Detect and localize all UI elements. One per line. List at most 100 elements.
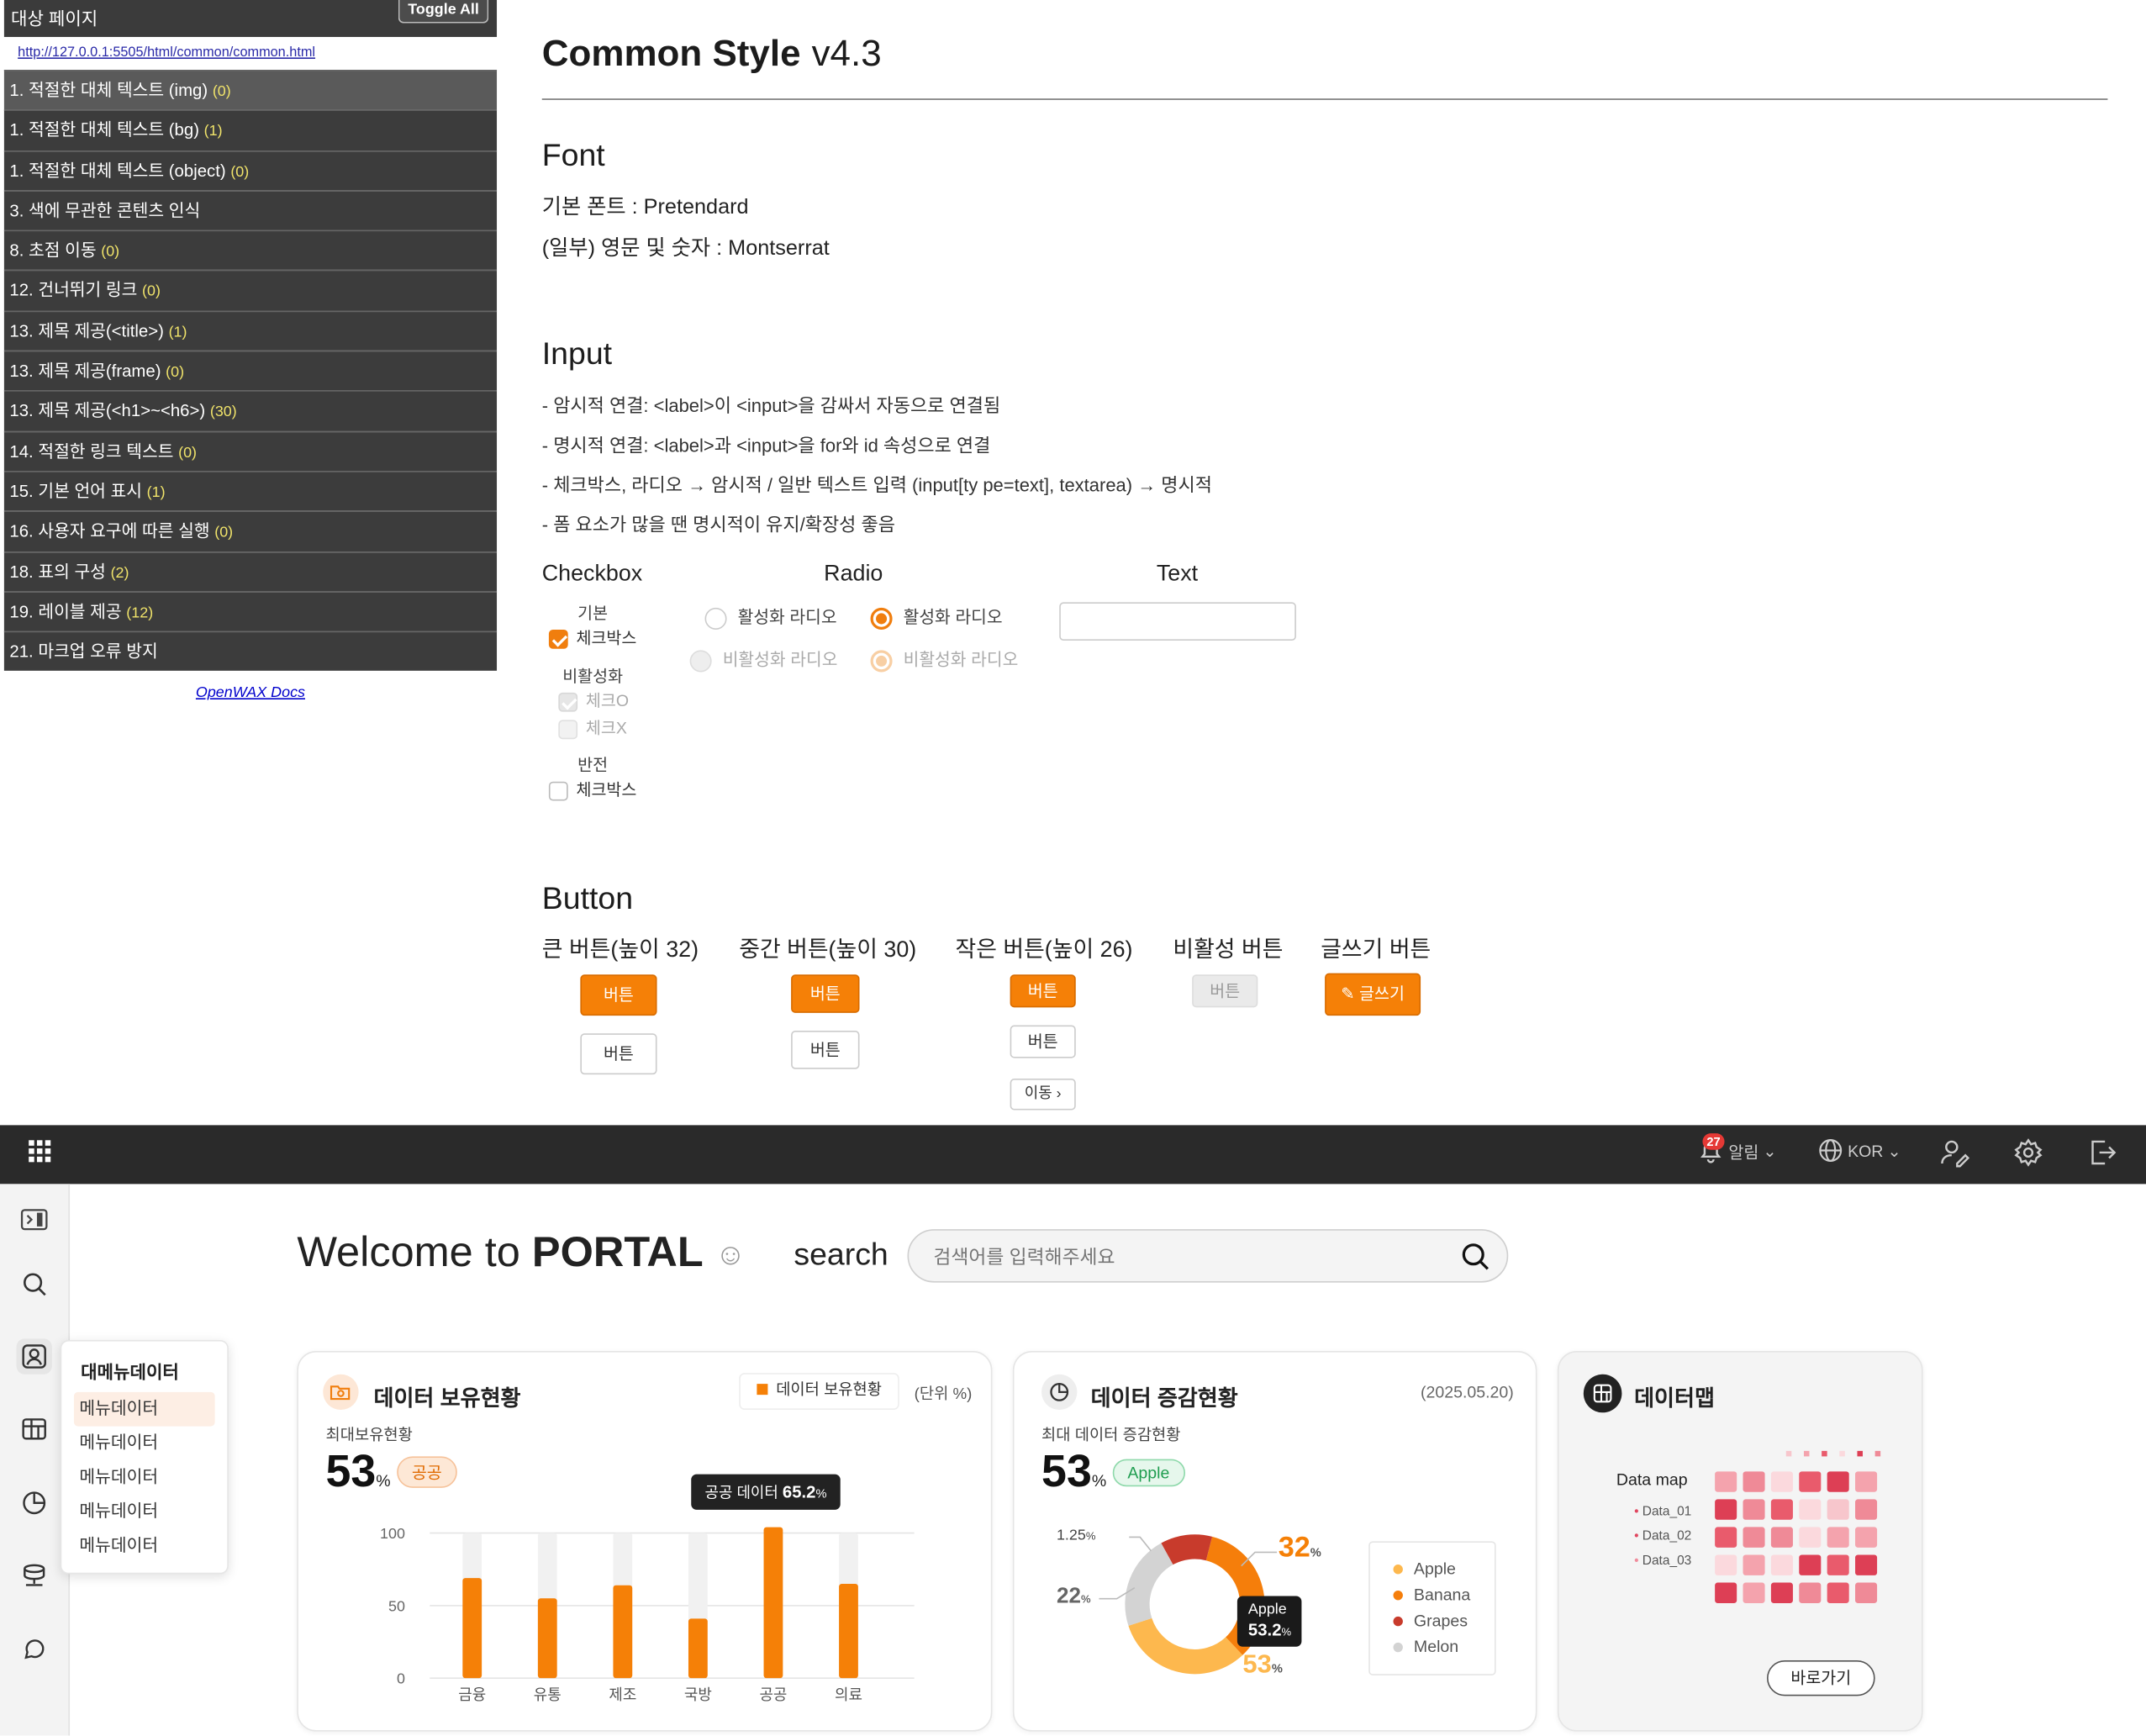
logout-icon[interactable] bbox=[2087, 1137, 2117, 1174]
apps-grid-icon[interactable] bbox=[28, 1139, 52, 1170]
alarm-button[interactable]: 27 알림 ⌄ bbox=[1697, 1133, 1777, 1165]
wax-item[interactable]: 1. 적절한 대체 텍스트 (bg) (1) bbox=[3, 109, 498, 150]
search-input[interactable] bbox=[933, 1243, 1454, 1270]
heatmap-cell[interactable] bbox=[1855, 1499, 1878, 1520]
write-button[interactable]: ✎ 글쓰기 bbox=[1325, 973, 1421, 1016]
bar[interactable] bbox=[537, 1598, 557, 1679]
donut-slice[interactable] bbox=[1161, 1534, 1213, 1565]
wax-item[interactable]: 13. 제목 제공(<h1>~<h6>) (30) bbox=[3, 390, 498, 431]
medium-outline-button[interactable]: 버튼 bbox=[791, 1031, 860, 1069]
database-icon[interactable] bbox=[17, 1558, 52, 1593]
bar[interactable] bbox=[613, 1585, 633, 1679]
heatmap-cell[interactable] bbox=[1715, 1554, 1737, 1575]
heatmap-cell[interactable] bbox=[1715, 1499, 1737, 1520]
heatmap-cell[interactable] bbox=[1855, 1527, 1878, 1548]
radio-active-1[interactable]: 활성화 라디오 bbox=[704, 602, 837, 630]
bar[interactable] bbox=[763, 1527, 783, 1679]
user-edit-icon[interactable] bbox=[1939, 1137, 1970, 1174]
sidebar-toggle-icon[interactable] bbox=[17, 1202, 52, 1237]
donut-slice[interactable] bbox=[1125, 1543, 1174, 1626]
profile-icon[interactable] bbox=[16, 1338, 52, 1375]
heatmap-cell[interactable] bbox=[1770, 1499, 1793, 1520]
text-input[interactable] bbox=[1059, 602, 1296, 641]
wax-item-label: 14. 적절한 링크 텍스트 bbox=[9, 441, 174, 462]
search-icon[interactable] bbox=[17, 1266, 52, 1301]
heatmap-cell[interactable] bbox=[1743, 1527, 1765, 1548]
heatmap-cell[interactable] bbox=[1799, 1527, 1822, 1548]
checkbox-invert[interactable]: 체크박스 bbox=[548, 778, 636, 801]
target-page-link[interactable]: http://127.0.0.1:5505/html/common/common… bbox=[3, 36, 498, 71]
wax-item[interactable]: 3. 색에 무관한 콘텐츠 인식 bbox=[3, 190, 498, 230]
heatmap-cell[interactable] bbox=[1715, 1471, 1737, 1492]
toggle-all-button[interactable]: Toggle All bbox=[398, 0, 489, 24]
heatmap-cell[interactable] bbox=[1827, 1527, 1849, 1548]
heatmap-cell[interactable] bbox=[1827, 1582, 1849, 1603]
heatmap-cell[interactable] bbox=[1743, 1582, 1765, 1603]
chat-icon[interactable] bbox=[17, 1632, 52, 1667]
heatmap-cell[interactable] bbox=[1799, 1499, 1822, 1520]
menu-item[interactable]: 메뉴데이터 bbox=[73, 1391, 215, 1427]
search-icon[interactable] bbox=[1460, 1242, 1490, 1272]
radio-off-icon[interactable] bbox=[704, 607, 727, 630]
openwax-docs-link[interactable]: OpenWAX Docs bbox=[4, 685, 497, 702]
pie-chart-icon[interactable] bbox=[17, 1485, 52, 1521]
heatmap-cell[interactable] bbox=[1827, 1554, 1849, 1575]
table-icon[interactable] bbox=[17, 1411, 52, 1447]
heatmap-cell[interactable] bbox=[1715, 1582, 1737, 1603]
heatmap-cell[interactable] bbox=[1743, 1499, 1765, 1520]
heatmap-cell[interactable] bbox=[1799, 1582, 1822, 1603]
heatmap-scale-dot bbox=[1874, 1450, 1881, 1457]
heatmap-cell[interactable] bbox=[1715, 1527, 1737, 1548]
heatmap-cell[interactable] bbox=[1770, 1527, 1793, 1548]
large-outline-button[interactable]: 버튼 bbox=[580, 1033, 657, 1075]
bar[interactable] bbox=[839, 1583, 858, 1679]
small-outline-button[interactable]: 버튼 bbox=[1010, 1025, 1076, 1058]
heatmap-cell[interactable] bbox=[1743, 1471, 1765, 1492]
wax-item[interactable]: 21. 마크업 오류 방지 bbox=[3, 631, 498, 672]
menu-item[interactable]: 메뉴데이터 bbox=[74, 1495, 215, 1529]
radio-active-2[interactable]: 활성화 라디오 bbox=[870, 602, 1003, 630]
bar[interactable] bbox=[688, 1618, 708, 1679]
wax-item[interactable]: 14. 적절한 링크 텍스트 (0) bbox=[3, 430, 498, 472]
heatmap-cell[interactable] bbox=[1827, 1471, 1849, 1492]
radio-on-icon[interactable] bbox=[870, 607, 893, 630]
heatmap-cell[interactable] bbox=[1770, 1582, 1793, 1603]
wax-item[interactable]: 8. 초점 이동 (0) bbox=[3, 230, 498, 271]
donut-label-value: 22 bbox=[1056, 1585, 1081, 1609]
heatmap-cell[interactable] bbox=[1799, 1471, 1822, 1492]
wax-item[interactable]: 15. 기본 언어 표시 (1) bbox=[3, 471, 498, 511]
go-button[interactable]: 바로가기 bbox=[1767, 1660, 1875, 1696]
wax-item[interactable]: 18. 표의 구성 (2) bbox=[3, 551, 498, 592]
heatmap-cell[interactable] bbox=[1799, 1554, 1822, 1575]
checkbox-basic[interactable]: 체크박스 bbox=[548, 625, 636, 649]
radio-heading: Radio bbox=[824, 561, 883, 586]
checkbox-checked-icon[interactable] bbox=[548, 629, 568, 649]
heatmap-cell[interactable] bbox=[1743, 1554, 1765, 1575]
wax-item[interactable]: 1. 적절한 대체 텍스트 (object) (0) bbox=[3, 150, 498, 191]
checkbox-unchecked-icon[interactable] bbox=[548, 781, 568, 801]
medium-primary-button[interactable]: 버튼 bbox=[791, 974, 860, 1013]
wax-item[interactable]: 16. 사용자 요구에 따른 실행 (0) bbox=[3, 510, 498, 551]
search-bar[interactable] bbox=[907, 1229, 1509, 1283]
heatmap-cell[interactable] bbox=[1827, 1499, 1849, 1520]
wax-item[interactable]: 1. 적절한 대체 텍스트 (img) (0) bbox=[3, 70, 498, 110]
wax-item[interactable]: 12. 건너뛰기 링크 (0) bbox=[3, 270, 498, 311]
menu-item[interactable]: 메뉴데이터 bbox=[74, 1460, 215, 1495]
heatmap-cell[interactable] bbox=[1770, 1554, 1793, 1575]
settings-gear-icon[interactable] bbox=[2013, 1137, 2043, 1174]
large-primary-button[interactable]: 버튼 bbox=[580, 974, 657, 1016]
bar[interactable] bbox=[462, 1578, 482, 1679]
menu-item[interactable]: 메뉴데이터 bbox=[74, 1427, 215, 1461]
heatmap-cell[interactable] bbox=[1855, 1554, 1878, 1575]
wax-item[interactable]: 13. 제목 제공(frame) (0) bbox=[3, 350, 498, 391]
language-selector[interactable]: KOR ⌄ bbox=[1817, 1137, 1901, 1163]
menu-item[interactable]: 메뉴데이터 bbox=[74, 1529, 215, 1564]
wax-item[interactable]: 13. 제목 제공(<title>) (1) bbox=[3, 310, 498, 351]
heatmap-cell[interactable] bbox=[1855, 1582, 1878, 1603]
small-primary-button[interactable]: 버튼 bbox=[1010, 974, 1076, 1008]
heatmap-cell[interactable] bbox=[1770, 1471, 1793, 1492]
wax-item[interactable]: 19. 레이블 제공 (12) bbox=[3, 591, 498, 631]
donut-slice[interactable] bbox=[1128, 1617, 1243, 1675]
heatmap-cell[interactable] bbox=[1855, 1471, 1878, 1492]
move-button[interactable]: 이동 › bbox=[1010, 1079, 1076, 1111]
